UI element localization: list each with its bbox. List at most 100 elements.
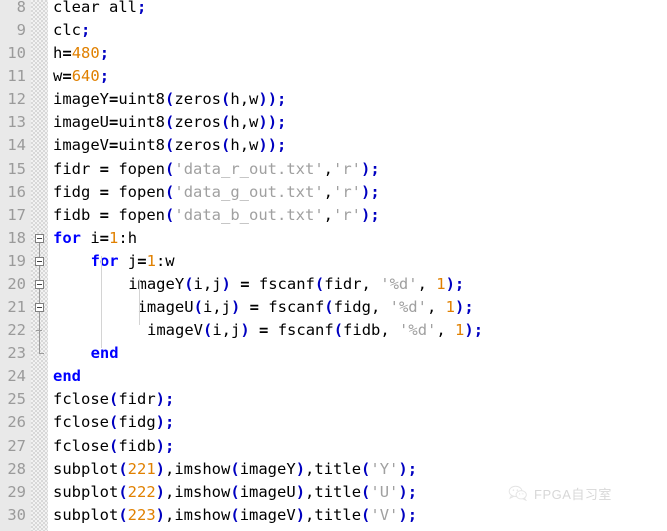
token-semi: ; (454, 274, 465, 293)
token-semi: ; (165, 413, 175, 432)
code-line[interactable]: clear all; (53, 0, 146, 19)
token-plain: h,w (230, 113, 259, 132)
code-line[interactable]: end (91, 342, 119, 365)
token-kw: end (90, 344, 119, 363)
token-paren: ( (333, 321, 344, 340)
token-plain: :h (118, 228, 138, 247)
token-paren: ) (230, 298, 241, 317)
token-plain: i (81, 228, 100, 247)
code-line[interactable]: fclose(fidr); (53, 388, 174, 411)
token-paren: ) (240, 321, 250, 340)
token-plain: imageY (128, 274, 185, 293)
token-plain: zeros (174, 90, 222, 109)
token-plain: clear all (53, 0, 137, 16)
token-paren: ) (361, 159, 371, 178)
token-plain: , (323, 182, 334, 201)
code-line[interactable]: imageU(i,j) = fscanf(fidg, '%d', 1); (138, 296, 474, 319)
token-paren: ) (295, 459, 306, 478)
token-paren: ( (165, 205, 175, 224)
code-line[interactable]: subplot(223),imshow(imageV),title('V'); (53, 504, 417, 527)
code-line[interactable]: subplot(222),imshow(imageU),title('U'); (53, 481, 417, 504)
token-paren: ( (109, 390, 119, 409)
token-str: 'r' (333, 159, 362, 178)
token-plain: ,imshow (165, 505, 231, 524)
code-line[interactable]: for j=1:w (91, 250, 175, 273)
fold-collapse-icon[interactable] (35, 256, 44, 266)
token-paren: ( (230, 482, 240, 501)
code-line[interactable]: end (53, 365, 81, 388)
line-number: 24 (7, 367, 26, 386)
token-plain: h (53, 44, 63, 63)
token-num: 221 (127, 459, 156, 478)
token-semi: ; (370, 159, 380, 178)
token-paren: ) (155, 505, 166, 524)
token-semi: ; (165, 390, 175, 409)
code-line[interactable]: h=480; (53, 42, 109, 65)
code-line[interactable]: fclose(fidb); (53, 435, 174, 458)
token-plain: imageU (137, 298, 194, 317)
token-plain: fidg, (333, 298, 390, 317)
token-paren: ) (295, 482, 306, 501)
token-plain: uint8 (118, 113, 166, 132)
code-line[interactable]: fidr = fopen('data_r_out.txt','r'); (53, 158, 380, 181)
code-line[interactable]: imageU=uint8(zeros(h,w)); (53, 111, 286, 134)
token-paren: ( (118, 505, 128, 524)
code-line[interactable]: fclose(fidg); (53, 411, 174, 434)
token-paren: ( (230, 505, 240, 524)
token-str: 'data_b_out.txt' (174, 205, 324, 224)
token-str: 'data_g_out.txt' (174, 182, 324, 201)
token-plain: fidg (53, 182, 100, 201)
line-number: 10 (7, 44, 26, 63)
token-plain: uint8 (118, 90, 166, 109)
code-line[interactable]: imageY=uint8(zeros(h,w)); (53, 88, 286, 111)
token-op: = (137, 251, 147, 270)
code-line[interactable]: fidg = fopen('data_g_out.txt','r'); (53, 181, 380, 204)
token-str: 'U' (370, 482, 399, 501)
code-line[interactable]: fidb = fopen('data_b_out.txt','r'); (53, 204, 380, 227)
code-line[interactable]: clc; (53, 19, 90, 42)
token-paren: ) (221, 274, 231, 293)
token-plain: imageU (239, 482, 296, 501)
token-num: 223 (127, 505, 156, 524)
code-line[interactable]: imageV(i,j) = fscanf(fidb, '%d', 1); (147, 319, 483, 342)
code-line[interactable]: imageY(i,j) = fscanf(fidr, '%d', 1); (128, 273, 464, 296)
fold-collapse-icon[interactable] (35, 303, 44, 313)
token-num: 1 (146, 251, 156, 270)
token-op: = (99, 228, 110, 247)
code-line[interactable]: imageV=uint8(zeros(h,w)); (53, 134, 286, 157)
token-paren: ) (155, 413, 166, 432)
token-paren: ( (118, 482, 128, 501)
fold-collapse-icon[interactable] (35, 233, 44, 243)
token-paren: ( (165, 182, 175, 201)
token-op: = (249, 298, 259, 317)
code-line[interactable]: for i=1:h (53, 227, 137, 250)
token-str: 'V' (370, 505, 399, 524)
token-paren: ( (221, 136, 231, 155)
token-str: '%d' (380, 274, 418, 293)
line-number: 30 (7, 505, 26, 524)
token-semi: ; (277, 113, 287, 132)
token-paren: ( (165, 136, 175, 155)
token-semi: ; (407, 459, 418, 478)
token-plain: , (323, 159, 334, 178)
token-plain: fidb (118, 436, 156, 455)
token-semi: ; (99, 67, 110, 86)
token-op: = (109, 136, 119, 155)
code-line[interactable]: w=640; (53, 65, 109, 88)
token-paren: ) (445, 274, 455, 293)
token-plain: fopen (109, 159, 166, 178)
token-semi: ; (407, 482, 418, 501)
token-semi: ; (370, 182, 380, 201)
token-paren: ( (109, 413, 119, 432)
code-line[interactable]: subplot(221),imshow(imageY),title('Y'); (53, 458, 417, 481)
token-plain: fidb (53, 205, 100, 224)
token-plain: i,j (193, 274, 222, 293)
token-op: = (99, 205, 110, 224)
token-str: '%d' (399, 321, 437, 340)
fold-collapse-icon[interactable] (35, 279, 44, 289)
token-paren: ) (155, 390, 166, 409)
token-paren: ( (361, 459, 371, 478)
token-plain: :w (155, 251, 175, 270)
line-number: 18 (7, 228, 26, 247)
